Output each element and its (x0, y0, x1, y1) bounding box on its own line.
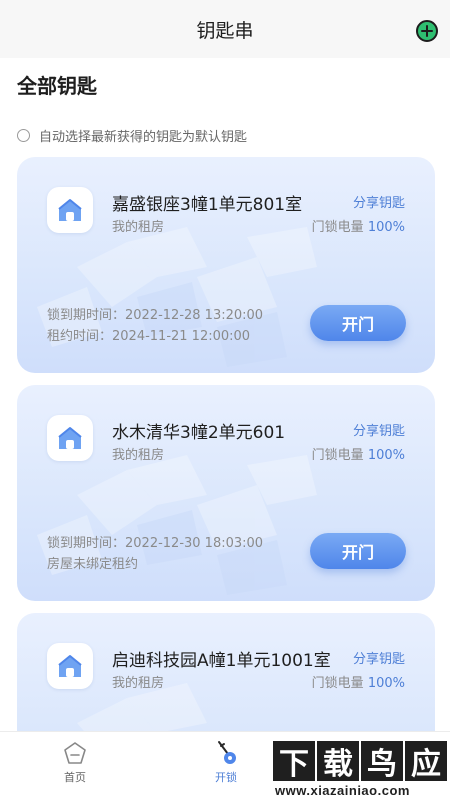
lock-battery: 门锁电量 100% (312, 444, 405, 463)
nav-home[interactable]: 首页 (45, 740, 105, 785)
app-header: 钥匙串 (0, 0, 450, 58)
open-door-button[interactable]: 开门 (310, 305, 406, 341)
property-type: 我的租房 (112, 676, 165, 691)
house-icon (47, 415, 93, 461)
battery-label: 门锁电量 (311, 448, 364, 463)
auto-select-label: 自动选择最新获得的钥匙为默认钥匙 (39, 130, 248, 145)
lock-battery: 门锁电量 100% (312, 216, 405, 235)
share-key-link[interactable]: 分享钥匙 (353, 420, 405, 439)
key-card[interactable]: 嘉盛银座3幢1单元801室 我的租房 分享钥匙 门锁电量 100% 锁到期时间：… (17, 157, 435, 373)
page-title: 钥匙串 (196, 19, 254, 42)
lock-expiry: 锁到期时间：2022-12-28 13:20:00 (47, 308, 264, 323)
auto-select-radio[interactable] (17, 129, 30, 142)
plus-circle-icon (421, 25, 433, 37)
house-icon (47, 643, 93, 689)
property-type: 我的租房 (112, 220, 165, 235)
nav-home-label: 首页 (64, 771, 86, 784)
battery-label: 门锁电量 (311, 676, 364, 691)
add-key-button[interactable] (416, 20, 438, 42)
share-key-link[interactable]: 分享钥匙 (353, 192, 405, 211)
nav-unlock[interactable]: 开锁 (196, 740, 256, 785)
battery-value: 100% (367, 448, 405, 463)
watermark-chars: 下 载 鸟 应 (273, 741, 448, 782)
home-icon (64, 742, 86, 764)
key-card[interactable]: 水木清华3幢2单元601 我的租房 分享钥匙 门锁电量 100% 锁到期时间：2… (17, 385, 435, 601)
watermark-char: 载 (317, 741, 359, 782)
lease-status: 房屋未绑定租约 (47, 557, 139, 572)
lock-battery: 门锁电量 100% (312, 672, 405, 691)
section-title: 全部钥匙 (17, 74, 97, 98)
share-key-link[interactable]: 分享钥匙 (353, 648, 405, 667)
auto-select-option[interactable]: 自动选择最新获得的钥匙为默认钥匙 (17, 126, 247, 145)
watermark-logo: 下 载 鸟 应 www.xiazainiao.com (265, 737, 450, 800)
watermark-url: www.xiazainiao.com (275, 783, 410, 798)
battery-value: 100% (367, 676, 405, 691)
battery-label: 门锁电量 (311, 220, 364, 235)
lock-expiry: 锁到期时间：2022-12-30 18:03:00 (47, 536, 264, 551)
battery-value: 100% (367, 220, 405, 235)
watermark-char: 鸟 (361, 741, 403, 782)
lease-time: 租约时间：2024-11-21 12:00:00 (47, 329, 251, 344)
watermark-char: 下 (273, 741, 315, 782)
watermark-char: 应 (405, 741, 447, 782)
property-name: 启迪科技园A幢1单元1001室 (112, 651, 331, 671)
open-door-button[interactable]: 开门 (310, 533, 406, 569)
property-type: 我的租房 (112, 448, 165, 463)
house-icon (47, 187, 93, 233)
property-name: 嘉盛银座3幢1单元801室 (112, 195, 303, 215)
property-name: 水木清华3幢2单元601 (112, 423, 286, 443)
nav-unlock-label: 开锁 (215, 771, 237, 784)
key-icon (218, 741, 236, 764)
